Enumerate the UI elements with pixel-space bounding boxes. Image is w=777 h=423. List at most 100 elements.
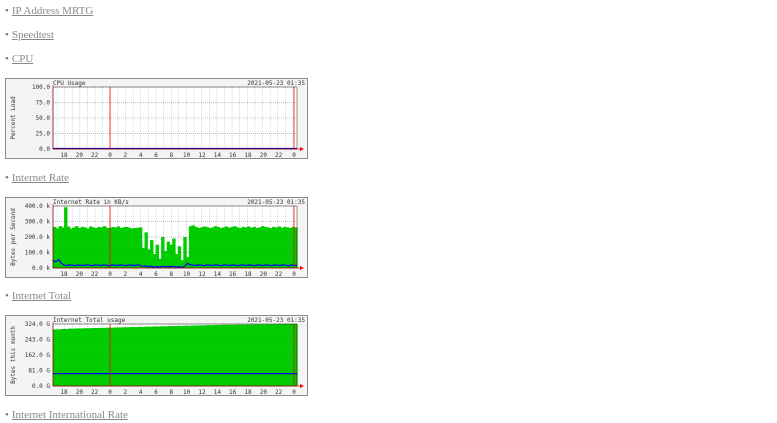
cpu-usage-chart: CPU Usage 2021-05-23 01:35 Percent Load 100…: [5, 78, 308, 159]
bullet: •: [5, 29, 9, 41]
chart-timestamp: 2021-05-23 01:35: [247, 199, 305, 206]
x-tick-label: 22: [275, 389, 283, 395]
nav-link-internet-total[interactable]: • Internet Total: [5, 290, 71, 302]
x-axis-arrow: [300, 147, 304, 151]
y-tick-label: 81.0 G: [28, 368, 50, 375]
y-tick-label: 243.0 G: [25, 337, 51, 344]
area-bar: [75, 328, 85, 386]
x-tick-label: 0: [108, 152, 112, 158]
y-tick-label: 200.0 k: [25, 234, 51, 241]
x-tick-label: 8: [170, 271, 174, 277]
y-axis-label: Percent Load: [10, 96, 17, 140]
y-axis-label: Bytes this month: [10, 326, 17, 384]
x-tick-label: 22: [275, 152, 283, 158]
x-tick-label: 4: [139, 152, 143, 158]
area-bar: [182, 325, 191, 386]
chart-title: Internet Rate in KB/s: [53, 199, 129, 206]
area-bar: [121, 327, 130, 386]
x-tick-label: 22: [91, 389, 99, 395]
link-internet-international-rate[interactable]: Internet International Rate: [12, 409, 128, 421]
x-tick-label: 22: [91, 271, 99, 277]
chart-title: Internet Total usage: [53, 317, 126, 324]
x-tick-label: 0: [292, 271, 296, 277]
x-tick-label: 18: [244, 271, 252, 277]
x-tick-label: 18: [244, 389, 252, 395]
link-cpu[interactable]: CPU: [12, 53, 33, 65]
nav-link-speedtest[interactable]: • Speedtest: [5, 29, 54, 41]
nav-link-internet-international-rate[interactable]: • Internet International Rate: [5, 409, 128, 421]
x-tick-label: 0: [292, 389, 296, 395]
y-tick-label: 0.0: [39, 146, 50, 153]
x-tick-label: 18: [244, 152, 252, 158]
area-bar: [190, 325, 199, 386]
x-tick-label: 0: [108, 271, 112, 277]
x-tick-label: 18: [60, 389, 68, 395]
x-tick-label: 14: [214, 389, 222, 395]
y-tick-label: 25.0: [36, 131, 51, 138]
x-tick-label: 2: [124, 152, 128, 158]
x-tick-label: 6: [154, 389, 158, 395]
link-internet-total[interactable]: Internet Total: [12, 290, 71, 302]
x-tick-label: 20: [76, 152, 84, 158]
link-internet-rate[interactable]: Internet Rate: [12, 172, 69, 184]
area-bar: [114, 327, 123, 386]
internet-total-chart: Internet Total usage 2021-05-23 01:35 Byte…: [5, 315, 308, 396]
y-tick-label: 0.0 G: [32, 383, 50, 390]
y-tick-label: 100.0: [32, 84, 50, 91]
x-tick-label: 18: [60, 152, 68, 158]
chart-title: CPU Usage: [53, 80, 86, 87]
area-bar: [205, 325, 214, 386]
link-speedtest[interactable]: Speedtest: [12, 29, 54, 41]
bullet: •: [5, 53, 9, 65]
area-bar: [68, 328, 77, 386]
area-bar: [106, 327, 115, 386]
chart-timestamp: 2021-05-23 01:35: [247, 80, 305, 87]
y-tick-label: 50.0: [36, 115, 51, 122]
x-tick-label: 6: [154, 271, 158, 277]
bullet: •: [5, 290, 9, 302]
area-bar: [144, 326, 153, 386]
x-tick-label: 22: [275, 271, 283, 277]
bullet: •: [5, 5, 9, 17]
x-tick-label: 14: [214, 271, 222, 277]
x-tick-label: 8: [170, 389, 174, 395]
x-tick-label: 16: [229, 152, 237, 158]
x-tick-label: 12: [198, 152, 206, 158]
x-tick-label: 20: [260, 152, 268, 158]
x-tick-label: 20: [260, 271, 268, 277]
area-bar: [175, 325, 184, 386]
x-tick-label: 16: [229, 389, 237, 395]
link-ip-address-mrtg[interactable]: IP Address MRTG: [12, 5, 93, 17]
area-bar: [98, 327, 107, 386]
chart-timestamp: 2021-05-23 01:35: [247, 317, 305, 324]
cpu-usage-chart-svg: CPU Usage 2021-05-23 01:35Percent Load100…: [10, 80, 305, 158]
x-tick-label: 10: [183, 389, 191, 395]
area-bar: [213, 324, 222, 386]
nav-link-internet-rate[interactable]: • Internet Rate: [5, 172, 69, 184]
area-bar: [91, 328, 100, 386]
x-tick-label: 0: [108, 389, 112, 395]
internet-rate-chart: Internet Rate in KB/s 2021-05-23 01:35 Byt…: [5, 197, 308, 278]
x-tick-label: 0: [292, 152, 296, 158]
x-tick-label: 20: [260, 389, 268, 395]
y-tick-label: 400.0 k: [25, 203, 51, 210]
y-tick-label: 324.0 G: [25, 321, 51, 328]
bullet: •: [5, 409, 9, 421]
area-bar: [197, 325, 207, 386]
x-tick-label: 2: [124, 271, 128, 277]
internet-rate-chart-svg: Internet Rate in KB/s 2021-05-23 01:35 Byt…: [10, 199, 305, 277]
y-tick-label: 75.0: [36, 100, 51, 107]
y-tick-label: 300.0 k: [25, 219, 51, 226]
y-tick-label: 162.0 G: [25, 352, 51, 359]
area-bar: [167, 326, 176, 386]
x-tick-label: 10: [183, 152, 191, 158]
y-tick-label: 0.0 k: [32, 265, 50, 272]
y-axis-label: Bytes per Second: [10, 208, 17, 266]
nav-link-ip-address-mrtg[interactable]: • IP Address MRTG: [5, 5, 93, 17]
x-tick-label: 20: [76, 271, 84, 277]
x-tick-label: 4: [139, 271, 143, 277]
x-tick-label: 18: [60, 271, 68, 277]
x-tick-label: 10: [183, 271, 191, 277]
nav-link-cpu[interactable]: • CPU: [5, 53, 33, 65]
x-tick-label: 8: [170, 152, 174, 158]
